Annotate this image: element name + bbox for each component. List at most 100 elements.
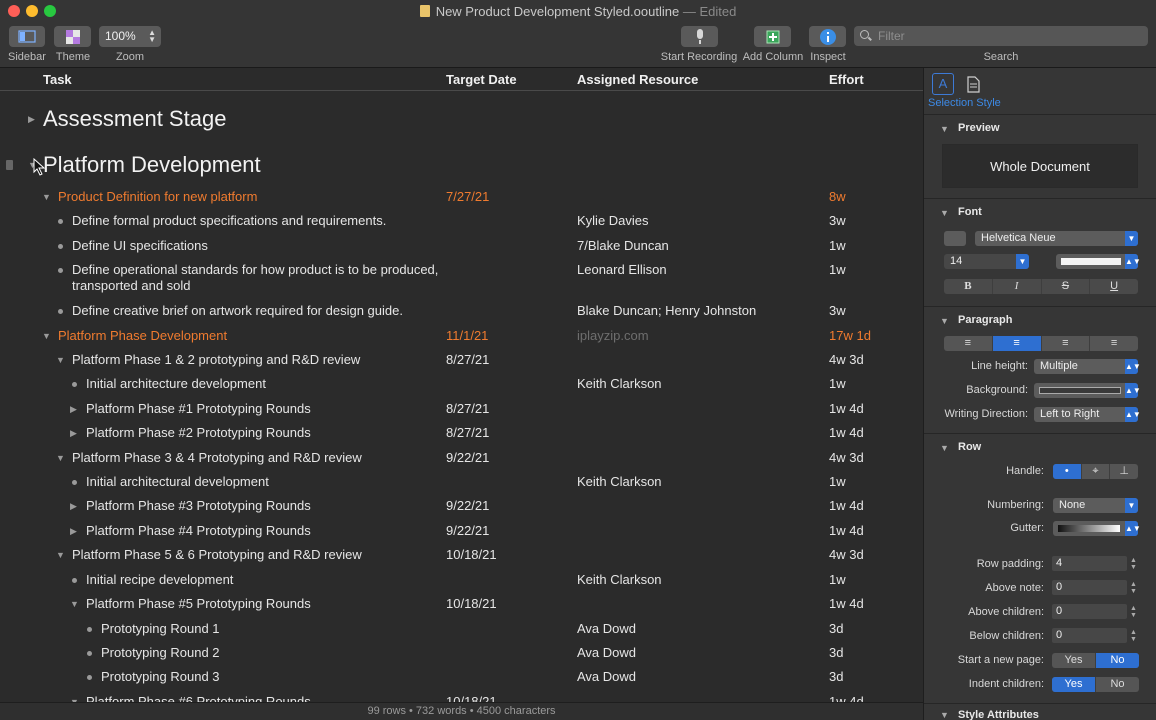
start-recording-button[interactable] [681, 26, 718, 47]
align-justify-icon[interactable]: ≡ [1090, 336, 1138, 351]
resource-cell[interactable]: Keith Clarkson [577, 474, 662, 489]
task-cell[interactable]: Platform Phase 3 & 4 Prototyping and R&D… [72, 450, 362, 465]
disclosure-triangle-icon[interactable]: ▼ [940, 710, 949, 720]
resource-cell[interactable]: Keith Clarkson [577, 376, 662, 391]
outline-row[interactable]: ▼ Platform Phase 5 & 6 Prototyping and R&… [0, 547, 923, 569]
resource-cell[interactable]: Kylie Davies [577, 213, 649, 228]
target-date-cell[interactable]: 8/27/21 [446, 425, 489, 440]
target-date-cell[interactable]: 8/27/21 [446, 352, 489, 367]
outline-row[interactable]: Define formal product specifications and… [0, 213, 923, 235]
line-height-select[interactable]: Multiple ▲▼ [1034, 359, 1141, 374]
align-right-icon[interactable]: ≡ [1042, 336, 1091, 351]
resource-cell[interactable]: Ava Dowd [577, 645, 636, 660]
resource-cell[interactable]: Keith Clarkson [577, 572, 662, 587]
disclosure-closed-icon[interactable]: ▶ [70, 404, 77, 415]
task-cell[interactable]: Prototyping Round 3 [101, 669, 220, 684]
effort-cell[interactable]: 3w [829, 303, 846, 318]
effort-cell[interactable]: 8w [829, 189, 846, 204]
new-page-yes[interactable]: Yes [1052, 653, 1096, 668]
task-cell[interactable]: Initial recipe development [86, 572, 233, 587]
handle-cursor-icon[interactable]: ⌖ [1082, 464, 1111, 479]
outline-view[interactable]: Task Target Date Assigned Resource Effor… [0, 68, 923, 702]
column-assigned-resource[interactable]: Assigned Resource [577, 72, 698, 87]
row-padding-stepper-icon[interactable]: ▲ ▼ [1130, 557, 1137, 571]
column-effort[interactable]: Effort [829, 72, 864, 87]
italic-button[interactable]: I [993, 279, 1042, 294]
task-cell[interactable]: Platform Phase #1 Prototyping Rounds [86, 401, 311, 416]
target-date-cell[interactable]: 10/18/21 [446, 596, 497, 611]
text-style-tab-icon[interactable]: A [932, 73, 954, 95]
above-children-stepper-icon[interactable]: ▲ ▼ [1130, 605, 1137, 619]
gutter-color-well[interactable]: ▲▼ [1053, 521, 1141, 536]
indent-children-no[interactable]: No [1096, 677, 1139, 692]
outline-row[interactable]: ▼ Platform Development [0, 152, 923, 177]
bullet-icon[interactable] [72, 480, 77, 485]
effort-cell[interactable]: 3w [829, 213, 846, 228]
task-cell[interactable]: Initial architecture development [86, 376, 266, 391]
effort-cell[interactable]: 1w 4d [829, 523, 864, 538]
bullet-icon[interactable] [72, 578, 77, 583]
bullet-icon[interactable] [58, 219, 63, 224]
task-cell[interactable]: Platform Phase #6 Prototyping Rounds [86, 694, 311, 702]
outline-row[interactable]: ▼ Platform Phase 1 & 2 prototyping and R&… [0, 352, 923, 374]
disclosure-closed-icon[interactable]: ▶ [70, 526, 77, 537]
target-date-cell[interactable]: 10/18/21 [446, 547, 497, 562]
bullet-icon[interactable] [58, 309, 63, 314]
below-children-field[interactable]: 0 [1052, 628, 1127, 643]
outline-row[interactable]: ▼ Platform Phase #5 Prototyping Rounds 10/… [0, 596, 923, 618]
outline-row[interactable]: ▶ Assessment Stage [0, 106, 923, 131]
font-family-select[interactable]: Helvetica Neue ▼ [975, 231, 1138, 246]
row-padding-field[interactable]: 4 [1052, 556, 1127, 571]
target-date-cell[interactable]: 8/27/21 [446, 401, 489, 416]
effort-cell[interactable]: 1w 4d [829, 498, 864, 513]
sidebar-button[interactable] [9, 26, 45, 47]
disclosure-triangle-icon[interactable]: ▼ [940, 443, 949, 453]
task-cell[interactable]: Platform Phase Development [58, 328, 227, 343]
handle-none-icon[interactable]: ⊥ [1110, 464, 1138, 479]
task-cell[interactable]: Define operational standards for how pro… [72, 262, 438, 277]
disclosure-triangle-icon[interactable]: ▼ [940, 124, 949, 134]
zoom-control[interactable]: 100% ▲ ▼ [99, 26, 161, 47]
effort-cell[interactable]: 4w 3d [829, 547, 864, 562]
task-cell[interactable]: Prototyping Round 2 [101, 645, 220, 660]
bullet-icon[interactable] [87, 651, 92, 656]
effort-cell[interactable]: 1w 4d [829, 694, 864, 702]
outline-row[interactable]: ▶ Platform Phase #2 Prototyping Rounds 8/2… [0, 425, 923, 447]
handle-dot-icon[interactable]: • [1053, 464, 1082, 479]
column-task[interactable]: Task [43, 72, 72, 87]
outline-row[interactable]: ▶ Platform Phase #4 Prototyping Rounds 9/2… [0, 523, 923, 545]
task-cell[interactable]: Platform Phase #3 Prototyping Rounds [86, 498, 311, 513]
effort-cell[interactable]: 1w [829, 262, 846, 277]
task-cell[interactable]: Platform Development [43, 152, 261, 178]
effort-cell[interactable]: 1w [829, 376, 846, 391]
effort-cell[interactable]: 1w [829, 572, 846, 587]
underline-button[interactable]: U [1090, 279, 1138, 294]
effort-cell[interactable]: 4w 3d [829, 352, 864, 367]
disclosure-closed-icon[interactable]: ▶ [28, 114, 35, 125]
strikethrough-button[interactable]: S [1042, 279, 1091, 294]
disclosure-open-icon[interactable]: ▼ [56, 355, 65, 365]
target-date-cell[interactable]: 9/22/21 [446, 498, 489, 513]
row-handle-icon[interactable] [6, 160, 13, 170]
outline-row[interactable]: ▶ Platform Phase #1 Prototyping Rounds 8/2… [0, 401, 923, 423]
disclosure-open-icon[interactable]: ▼ [42, 192, 51, 202]
disclosure-open-icon[interactable]: ▼ [42, 331, 51, 341]
effort-cell[interactable]: 1w 4d [829, 596, 864, 611]
style-preview[interactable]: Whole Document [942, 144, 1138, 188]
disclosure-triangle-icon[interactable]: ▼ [940, 316, 949, 326]
resource-cell[interactable]: Ava Dowd [577, 669, 636, 684]
text-color-well[interactable]: ▲▼ [1056, 254, 1141, 269]
outline-row[interactable]: ▼ Platform Phase Development 11/1/21 iplayz… [0, 328, 923, 350]
inspect-button[interactable] [809, 26, 846, 47]
resource-cell[interactable]: Leonard Ellison [577, 262, 667, 277]
above-note-stepper-icon[interactable]: ▲ ▼ [1130, 581, 1137, 595]
effort-cell[interactable]: 3d [829, 645, 843, 660]
document-tab-icon[interactable] [962, 73, 984, 95]
disclosure-open-icon[interactable]: ▼ [70, 599, 79, 609]
indent-children-yes[interactable]: Yes [1052, 677, 1096, 692]
align-left-icon[interactable]: ≡ [944, 336, 993, 351]
task-cell[interactable]: Platform Phase #2 Prototyping Rounds [86, 425, 311, 440]
above-note-field[interactable]: 0 [1052, 580, 1127, 595]
task-cell[interactable]: Define formal product specifications and… [72, 213, 386, 228]
above-children-field[interactable]: 0 [1052, 604, 1127, 619]
